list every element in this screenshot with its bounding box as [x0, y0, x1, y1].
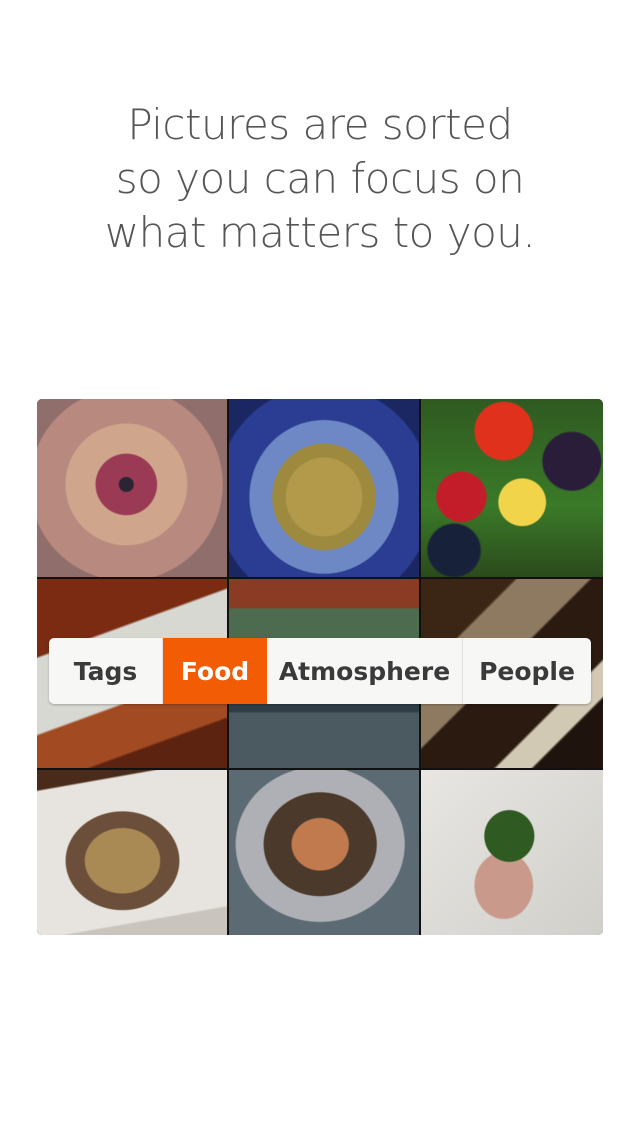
photo-tile	[421, 770, 603, 935]
headline-line-1: Pictures are sorted	[127, 100, 513, 149]
photo-tile	[229, 399, 419, 577]
photo-tile	[37, 399, 227, 577]
photo-tile	[421, 399, 603, 577]
headline-line-2: so you can focus on	[115, 154, 525, 203]
headline: Pictures are sorted so you can focus on …	[0, 98, 640, 260]
headline-line-3: what matters to you.	[104, 208, 536, 257]
segment-food[interactable]: Food	[163, 638, 267, 704]
segment-people[interactable]: People	[463, 638, 591, 704]
segment-tags[interactable]: Tags	[49, 638, 163, 704]
photo-tile	[229, 770, 419, 935]
segment-atmosphere[interactable]: Atmosphere	[267, 638, 463, 704]
onboarding-screen: Pictures are sorted so you can focus on …	[0, 0, 640, 1136]
category-segmented-control: Tags Food Atmosphere People	[49, 638, 591, 704]
photo-tile	[37, 770, 227, 935]
